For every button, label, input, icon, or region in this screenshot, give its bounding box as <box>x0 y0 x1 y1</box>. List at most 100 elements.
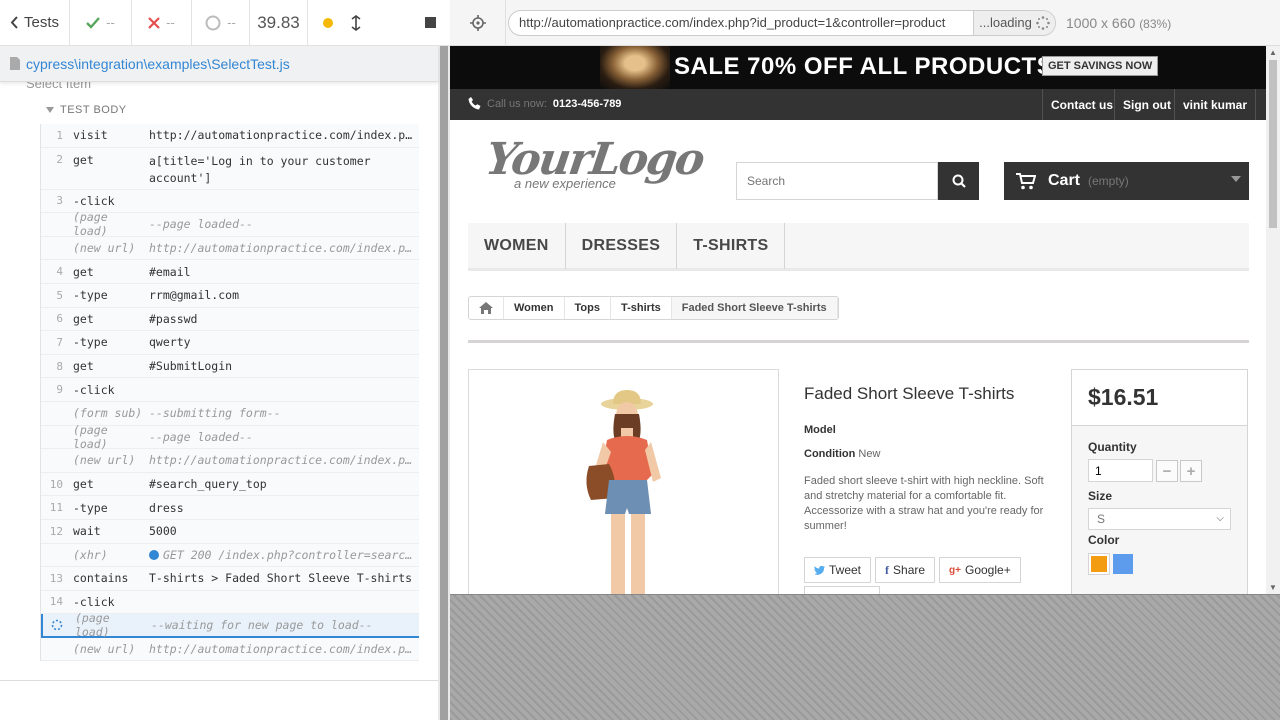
selector-playground-button[interactable] <box>450 0 506 46</box>
breadcrumb-home[interactable] <box>469 297 504 319</box>
tweet-button[interactable]: Tweet <box>804 557 872 583</box>
viewport-size: 1000 x 660 <box>1066 14 1136 31</box>
command-number: 6 <box>56 312 63 326</box>
breadcrumb-women[interactable]: Women <box>504 297 565 319</box>
command-row[interactable]: 6 get #passwd <box>41 307 419 332</box>
command-message: --page loaded-- <box>149 217 253 232</box>
breadcrumb-current: Faded Short Sleeve T-shirts <box>671 297 838 319</box>
search-button[interactable] <box>938 162 979 200</box>
test-body-toggle[interactable]: TEST BODY <box>46 104 127 116</box>
command-row[interactable]: 9 -click <box>41 378 419 402</box>
get-savings-button[interactable]: GET SAVINGS NOW <box>1042 56 1159 76</box>
breadcrumb-tops[interactable]: Tops <box>565 297 611 319</box>
command-row[interactable]: 7 -type qwerty <box>41 331 419 355</box>
command-row[interactable]: 4 get #email <box>41 260 419 284</box>
command-name: (xhr) <box>73 547 108 562</box>
viewport-info[interactable]: 1000 x 660 (83%) <box>1066 15 1171 31</box>
command-row[interactable]: 5 -type rrm@gmail.com <box>41 283 419 308</box>
scroll-down-icon[interactable]: ▼ <box>1269 583 1277 592</box>
check-icon <box>86 16 101 29</box>
circle-icon <box>205 15 221 30</box>
command-row[interactable]: (xhr) GET 200 /index.php?controller=searc… <box>41 543 419 568</box>
pinterest-button[interactable] <box>804 586 880 594</box>
share-label: Share <box>893 563 926 577</box>
menu-dresses[interactable]: DRESSES <box>566 223 678 269</box>
panel-divider[interactable] <box>438 46 450 720</box>
stop-icon[interactable] <box>424 17 436 28</box>
scroll-up-icon[interactable]: ▲ <box>1269 48 1277 57</box>
command-number: 8 <box>56 359 63 373</box>
command-message: http://automationpractice.com/index.php?… <box>149 241 419 256</box>
command-name: -type <box>73 335 108 350</box>
command-row[interactable]: 11 -type dress <box>41 496 419 520</box>
sign-out-link[interactable]: Sign out <box>1114 89 1179 120</box>
command-list: 1 visit http://automationpractice.com/inde… <box>40 124 419 662</box>
command-row[interactable]: 8 get #SubmitLogin <box>41 354 419 379</box>
command-message: #email <box>149 264 191 279</box>
aut-background <box>450 594 1280 720</box>
command-name: -type <box>73 288 108 303</box>
banner-text: SALE 70% OFF ALL PRODUCTS <box>674 53 1054 80</box>
tests-label: Tests <box>23 14 59 31</box>
command-message: --waiting for new page to load-- <box>151 618 373 633</box>
aut-scrollbar[interactable]: ▲ ▼ <box>1266 46 1280 594</box>
command-row[interactable]: 12 wait 5000 <box>41 519 419 544</box>
aut-iframe: SALE 70% OFF ALL PRODUCTS GET SAVINGS NO… <box>450 46 1280 594</box>
command-message: dress <box>149 500 184 515</box>
reporter-scrollbar[interactable] <box>440 46 448 720</box>
search-icon <box>952 174 966 188</box>
command-message: 5000 <box>149 524 177 539</box>
quantity-minus-button[interactable]: − <box>1156 460 1178 482</box>
passed-value: -- <box>106 15 115 30</box>
test-title[interactable]: Select Item <box>26 82 91 91</box>
command-row[interactable]: (new url) http://automationpractice.com/i… <box>41 637 419 662</box>
product-image[interactable] <box>468 369 779 594</box>
command-name: visit <box>73 128 108 143</box>
search-input[interactable] <box>736 162 938 200</box>
xhr-text: GET 200 /index.php?controller=search&q=d… <box>163 547 419 562</box>
breadcrumb-tshirts[interactable]: T-shirts <box>611 297 672 319</box>
share-button[interactable]: f Share <box>875 557 936 583</box>
command-row[interactable]: 2 get a[title='Log in to your customer acc… <box>41 147 419 190</box>
aut-scroll-thumb[interactable] <box>1269 60 1277 228</box>
call-label: Call us now: <box>487 97 547 110</box>
url-bar[interactable]: http://automationpractice.com/index.php?… <box>508 9 1056 36</box>
menu-tshirts[interactable]: T-SHIRTS <box>677 223 786 269</box>
menu-women[interactable]: WOMEN <box>468 223 566 269</box>
command-name: (new url) <box>73 642 136 657</box>
command-name: wait <box>73 524 101 539</box>
quantity-plus-button[interactable]: + <box>1180 460 1202 482</box>
reporter-panel: Tests -- -- -- 39.83 cypress\integration… <box>0 0 450 720</box>
command-row[interactable]: (page load) --page loaded-- <box>41 423 419 451</box>
home-icon <box>479 302 493 314</box>
color-swatch-blue[interactable] <box>1113 554 1133 574</box>
command-row[interactable]: (page load) --page loaded-- <box>41 210 419 238</box>
contact-us-link[interactable]: Contact us <box>1042 89 1121 120</box>
test-body-label: TEST BODY <box>60 104 127 116</box>
color-swatch-orange[interactable] <box>1088 553 1110 575</box>
google-plus-button[interactable]: g+ Google+ <box>939 557 1021 583</box>
command-name: get <box>73 477 94 492</box>
quantity-input[interactable] <box>1088 459 1153 482</box>
banner-model-image <box>600 46 670 89</box>
model-label: Model <box>804 424 836 436</box>
cart-button[interactable]: Cart (empty) <box>1004 162 1249 200</box>
command-row[interactable]: 10 get #search_query_top <box>41 472 419 497</box>
command-row[interactable]: 1 visit http://automationpractice.com/inde… <box>41 124 419 148</box>
loading-label: ...loading <box>979 15 1032 30</box>
spec-path[interactable]: cypress\integration\examples\SelectTest.… <box>26 56 290 72</box>
site-logo[interactable]: YourLogo a new experience <box>482 134 706 198</box>
command-row[interactable]: (page load) --waiting for new page to loa… <box>41 611 419 639</box>
promo-banner[interactable]: SALE 70% OFF ALL PRODUCTS GET SAVINGS NO… <box>450 46 1266 89</box>
auto-scroll-icon[interactable] <box>351 14 361 31</box>
command-row[interactable]: (new url) http://automationpractice.com/i… <box>41 449 419 473</box>
command-name: -click <box>73 193 115 208</box>
account-link[interactable]: vinit kumar <box>1174 89 1257 120</box>
chevron-left-icon <box>10 16 18 29</box>
tests-back-button[interactable]: Tests <box>0 0 70 46</box>
command-row[interactable]: 13 contains T-shirts > Faded Short Sleeve … <box>41 567 419 591</box>
size-select[interactable]: S ⌵ <box>1088 508 1231 530</box>
chevron-down-icon: ⌵ <box>1216 513 1224 524</box>
social-buttons: Tweet f Share g+ Google+ <box>804 557 1021 583</box>
command-row[interactable]: (new url) http://automationpractice.com/i… <box>41 236 419 261</box>
